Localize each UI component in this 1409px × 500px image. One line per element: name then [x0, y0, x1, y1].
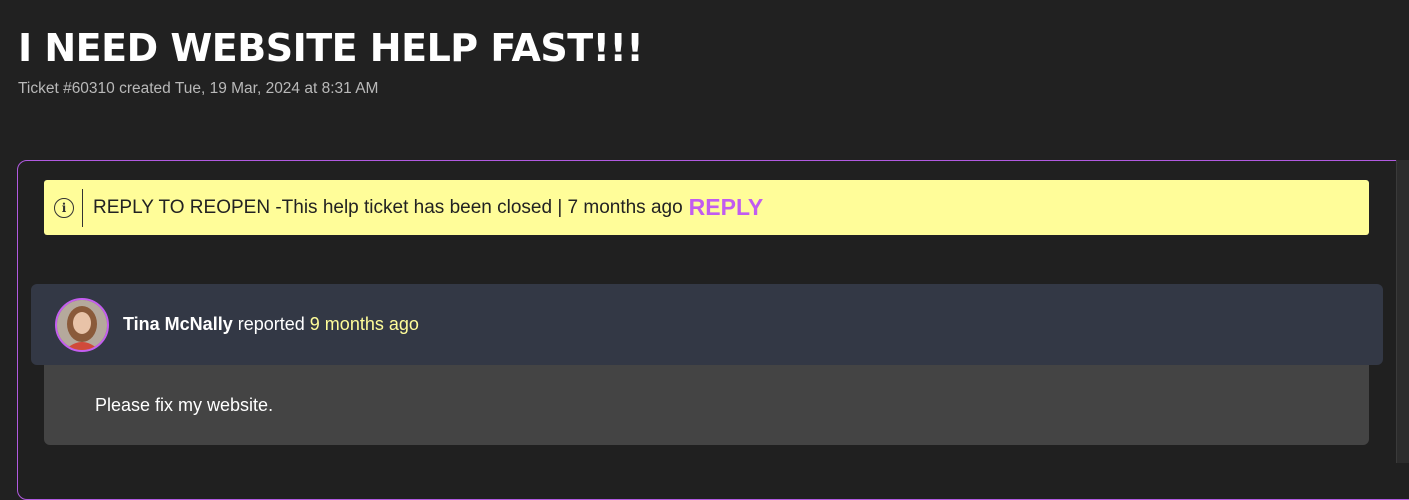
panel-scrollbar[interactable]	[1396, 160, 1409, 463]
closed-notice: i REPLY TO REOPEN -This help ticket has …	[44, 180, 1369, 235]
notice-text: REPLY TO REOPEN -This help ticket has be…	[93, 196, 683, 218]
info-icon: i	[54, 197, 74, 218]
author-name: Tina McNally	[123, 314, 233, 334]
ticket-header: I NEED WEBSITE HELP FAST!!! Ticket #6031…	[18, 22, 644, 98]
entry-verb: reported	[237, 314, 305, 334]
entry-body: Please fix my website.	[44, 365, 1369, 445]
ticket-subtitle: Ticket #60310 created Tue, 19 Mar, 2024 …	[18, 80, 379, 97]
entry-message: Please fix my website.	[95, 395, 274, 415]
entry-header: Tina McNally reported 9 months ago	[31, 284, 1383, 365]
reply-link[interactable]: REPLY	[689, 194, 764, 221]
avatar	[55, 297, 109, 352]
notice-divider	[82, 188, 83, 227]
entry-time: 9 months ago	[309, 314, 419, 334]
page-title: I NEED WEBSITE HELP FAST!!!	[18, 26, 644, 70]
entry-meta: Tina McNally reported 9 months ago	[123, 314, 419, 335]
